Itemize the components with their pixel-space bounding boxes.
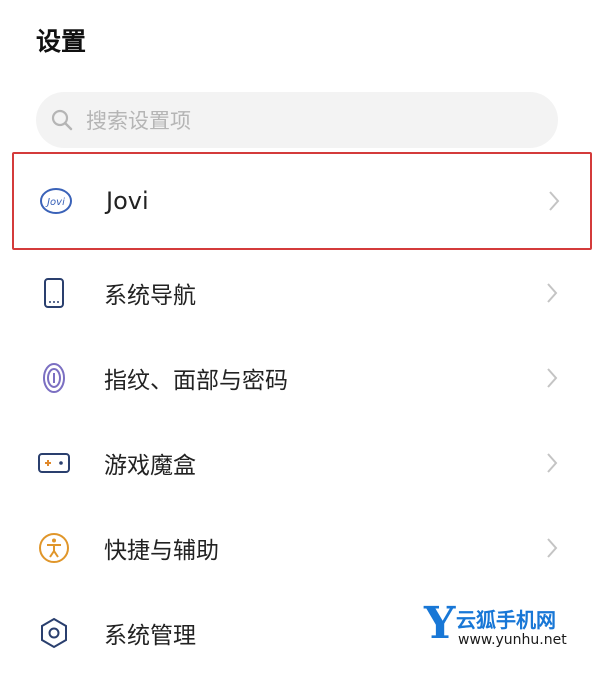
chevron-right-icon bbox=[542, 534, 562, 562]
settings-item-system-navigation[interactable]: 系统导航 bbox=[0, 250, 600, 335]
settings-item-label: Jovi bbox=[106, 187, 149, 215]
settings-item-shortcuts-accessibility[interactable]: 快捷与辅助 bbox=[0, 505, 600, 590]
chevron-right-icon bbox=[542, 449, 562, 477]
chevron-right-icon bbox=[544, 187, 564, 215]
svg-text:Jovi: Jovi bbox=[45, 197, 65, 208]
search-placeholder: 搜索设置项 bbox=[86, 109, 191, 133]
settings-item-label: 游戏魔盒 bbox=[104, 452, 196, 479]
settings-item-label: 系统管理 bbox=[104, 622, 196, 649]
search-icon bbox=[51, 109, 73, 131]
search-input[interactable]: 搜索设置项 bbox=[36, 92, 558, 148]
accessibility-icon bbox=[36, 530, 72, 566]
settings-item-label: 快捷与辅助 bbox=[104, 537, 219, 564]
chevron-right-icon bbox=[542, 364, 562, 392]
watermark-url: www.yunhu.net bbox=[458, 632, 567, 648]
watermark-name: 云狐手机网 bbox=[456, 608, 556, 632]
page-title: 设置 bbox=[36, 27, 87, 56]
settings-list: Jovi Jovi 系统导航 指纹、面部与密码 游戏魔盒 快捷与辅助 系统管理 bbox=[0, 152, 600, 675]
chevron-right-icon bbox=[542, 279, 562, 307]
settings-item-game-box[interactable]: 游戏魔盒 bbox=[0, 420, 600, 505]
phone-icon bbox=[36, 275, 72, 311]
watermark: Y 云狐手机网 www.yunhu.net bbox=[424, 600, 600, 666]
hexagon-icon bbox=[36, 615, 72, 651]
jovi-icon: Jovi bbox=[38, 183, 74, 219]
settings-item-fingerprint[interactable]: 指纹、面部与密码 bbox=[0, 335, 600, 420]
game-box-icon bbox=[36, 445, 72, 481]
settings-item-label: 指纹、面部与密码 bbox=[104, 367, 288, 394]
settings-item-label: 系统导航 bbox=[104, 282, 196, 309]
settings-item-jovi[interactable]: Jovi Jovi bbox=[12, 152, 592, 250]
watermark-logo: Y bbox=[424, 598, 456, 649]
fingerprint-icon bbox=[36, 360, 72, 396]
